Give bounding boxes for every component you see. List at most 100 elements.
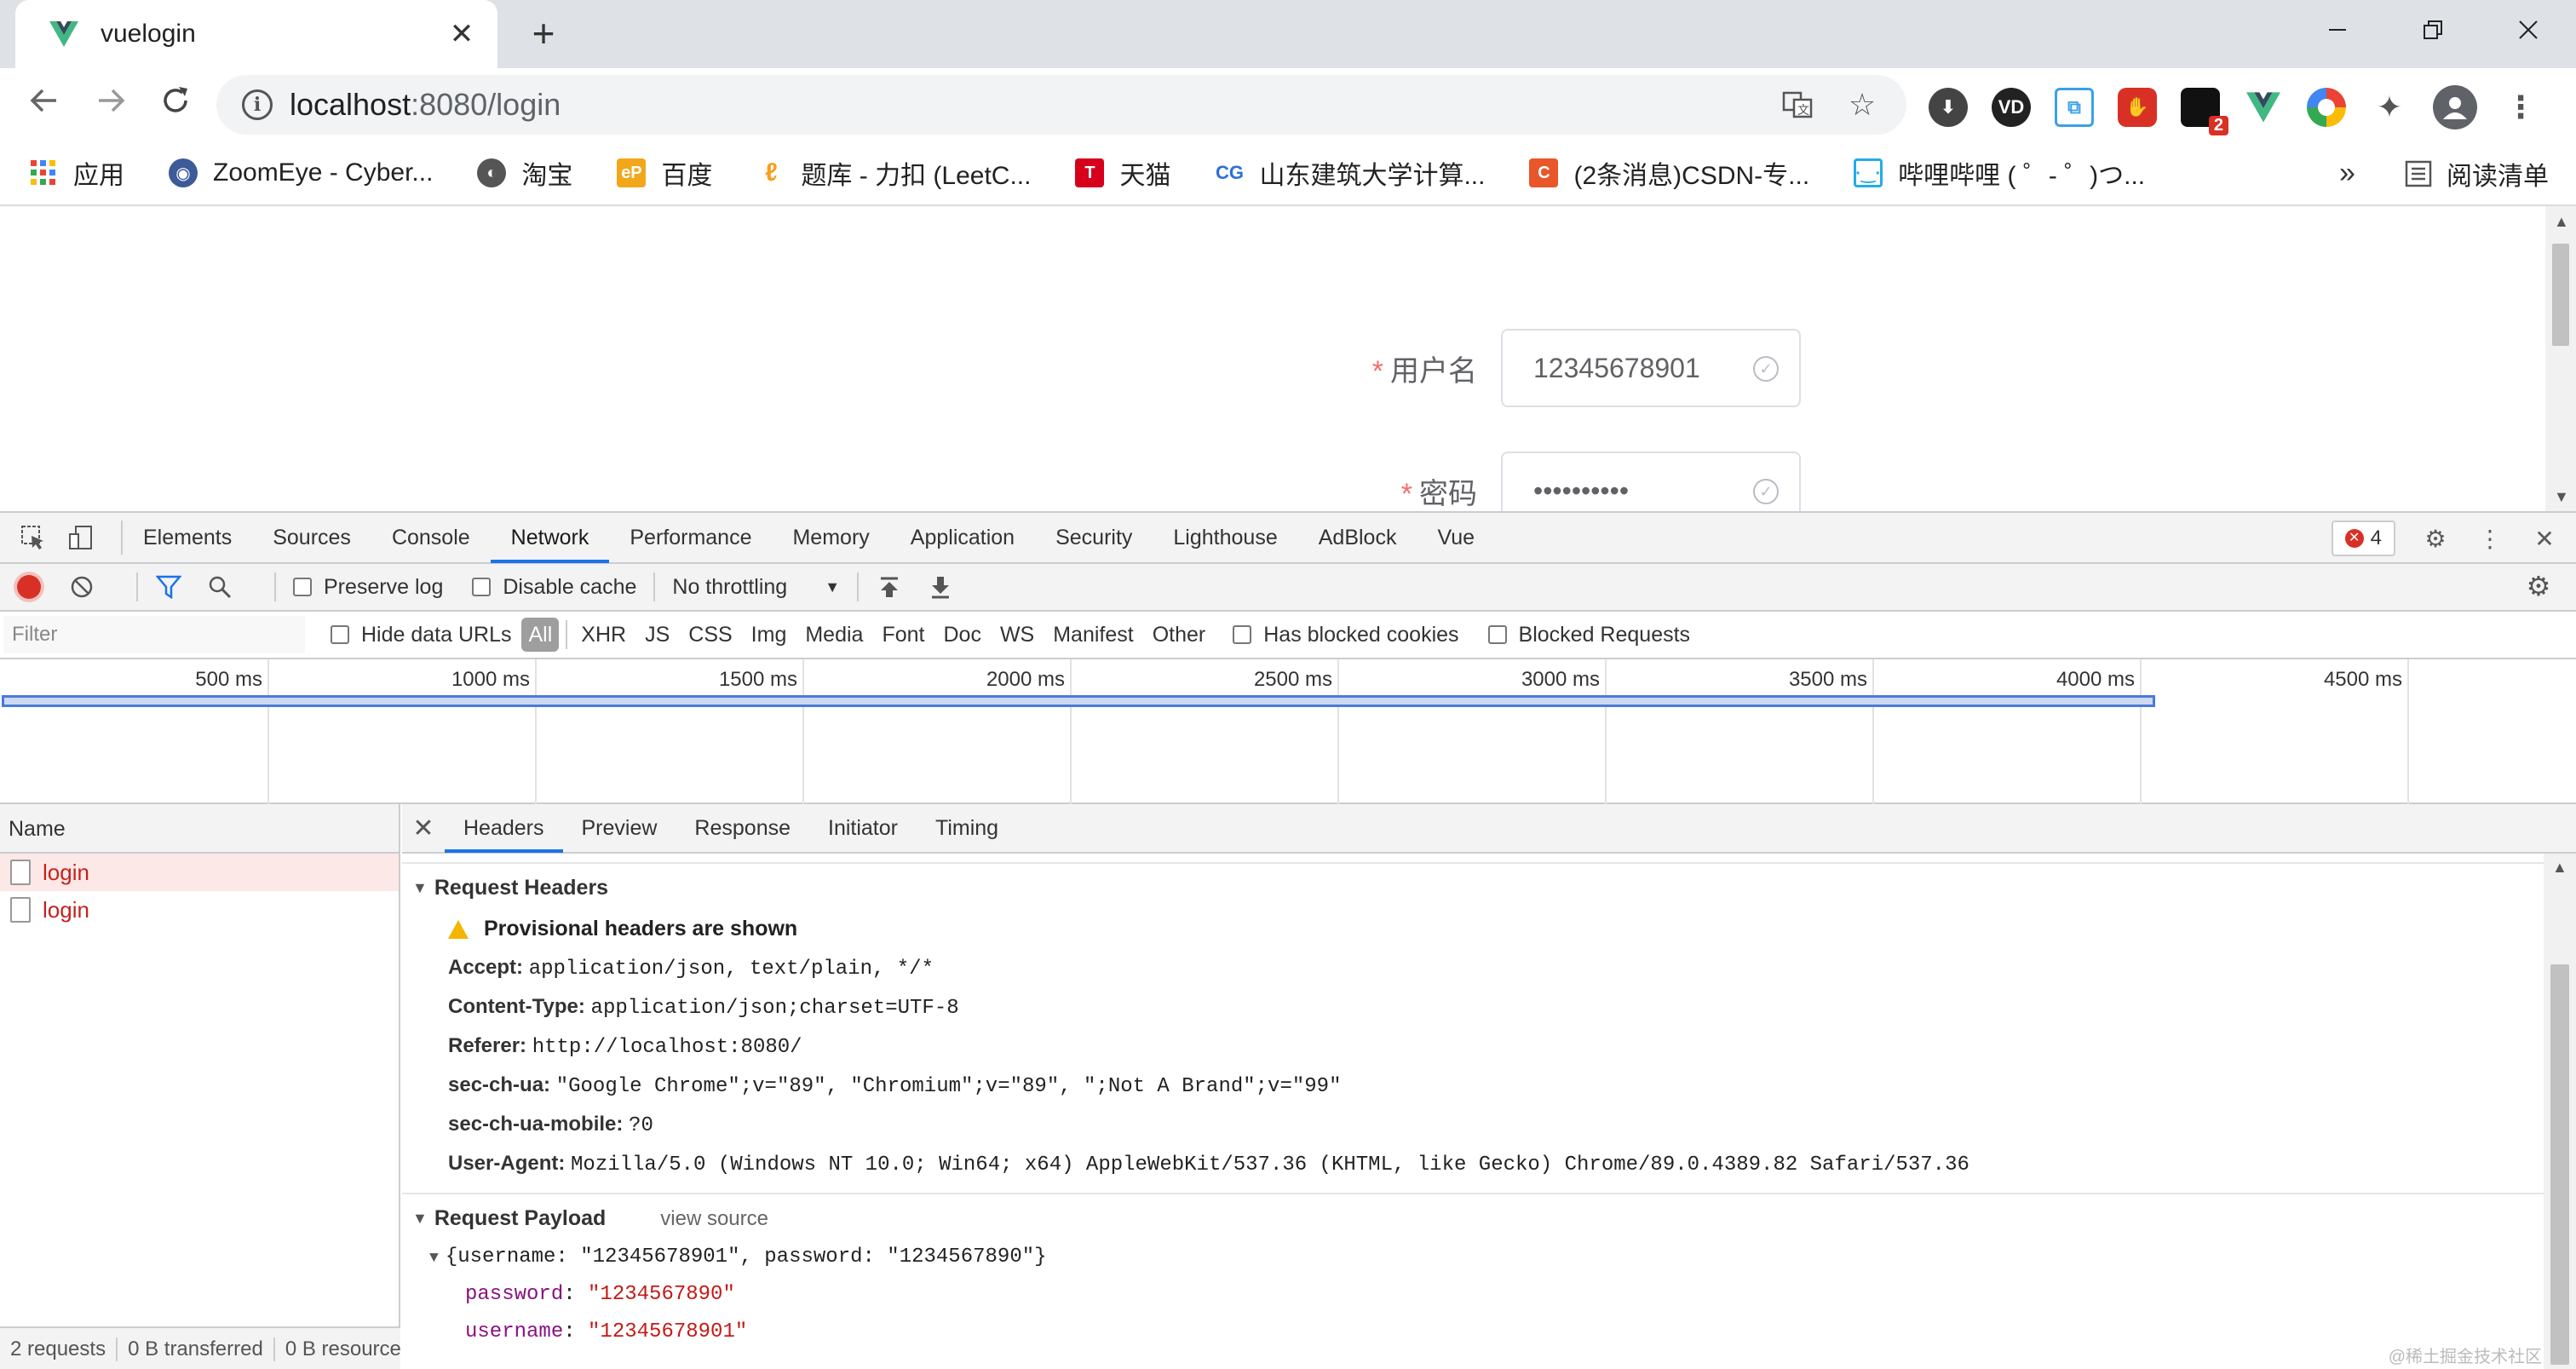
filter-funnel-icon[interactable] bbox=[155, 573, 182, 601]
tab-performance[interactable]: Performance bbox=[609, 512, 772, 563]
adblock-extension-icon[interactable]: ✋ bbox=[2118, 88, 2157, 127]
tab-adblock[interactable]: AdBlock bbox=[1298, 512, 1417, 563]
type-filter-js[interactable]: JS bbox=[636, 618, 678, 652]
notification-extension-icon[interactable]: 2 bbox=[2181, 88, 2228, 135]
error-count-badge[interactable]: ✕ 4 bbox=[2331, 521, 2395, 556]
bookmark-sdjzu[interactable]: CG 山东建筑大学计算... bbox=[1215, 154, 1486, 192]
name-column-header[interactable]: Name bbox=[0, 804, 399, 854]
devtools-settings-icon[interactable]: ⚙ bbox=[2421, 524, 2450, 553]
reading-list-button[interactable]: 阅读清单 bbox=[2404, 155, 2549, 193]
type-filter-font[interactable]: Font bbox=[873, 618, 933, 652]
close-tab-icon[interactable]: ✕ bbox=[445, 17, 479, 51]
bookmark-bilibili[interactable]: ·‿· 哔哩哔哩 ( ゜- ゜)つ... bbox=[1854, 154, 2145, 192]
puzzle-extensions-icon[interactable]: ✦ bbox=[2370, 88, 2409, 127]
type-filter-media[interactable]: Media bbox=[796, 618, 871, 652]
tab-vue[interactable]: Vue bbox=[1417, 512, 1495, 563]
bookmark-leetcode[interactable]: ℓ 题库 - 力扣 (LeetC... bbox=[756, 154, 1031, 192]
filter-input[interactable]: Filter bbox=[3, 616, 305, 653]
menu-kebab-icon[interactable]: ⋮ bbox=[2501, 88, 2540, 127]
request-row[interactable]: login bbox=[0, 854, 399, 891]
device-toolbar-icon[interactable] bbox=[66, 523, 95, 552]
tab-console[interactable]: Console bbox=[371, 512, 491, 563]
colorful-extension-icon[interactable] bbox=[2307, 88, 2346, 127]
username-input[interactable]: 12345678901 ✓ bbox=[1501, 329, 1801, 407]
bookmark-star-icon[interactable]: ☆ bbox=[1843, 86, 1881, 124]
request-payload-section[interactable]: ▼ Request Payload view source bbox=[412, 1206, 768, 1231]
type-filter-xhr[interactable]: XHR bbox=[572, 618, 635, 652]
tab-headers[interactable]: Headers bbox=[445, 803, 563, 853]
devtools-menu-kebab-icon[interactable]: ⋮ bbox=[2475, 524, 2504, 553]
type-filter-all[interactable]: All bbox=[521, 618, 560, 652]
type-filter-img[interactable]: Img bbox=[743, 618, 796, 652]
request-row[interactable]: login bbox=[0, 891, 399, 929]
minimize-icon[interactable] bbox=[2290, 0, 2385, 60]
hide-data-urls-checkbox[interactable]: Hide data URLs bbox=[331, 623, 511, 647]
inspect-element-icon[interactable] bbox=[19, 523, 48, 552]
close-window-icon[interactable] bbox=[2481, 0, 2576, 60]
vd-extension-icon[interactable]: VD bbox=[1992, 88, 2031, 127]
url-text[interactable]: localhost:8080/login bbox=[290, 87, 1751, 123]
password-input[interactable]: •••••••••• ✓ bbox=[1501, 452, 1801, 511]
bookmark-baidu[interactable]: eP 百度 bbox=[617, 154, 712, 192]
back-icon[interactable] bbox=[22, 83, 66, 128]
type-filter-manifest[interactable]: Manifest bbox=[1044, 618, 1141, 652]
devtools-close-icon[interactable]: ✕ bbox=[2530, 524, 2559, 553]
browser-tab-vuelogin[interactable]: vuelogin ✕ bbox=[15, 0, 497, 68]
blocked-requests-checkbox[interactable]: Blocked Requests bbox=[1487, 623, 1690, 647]
export-har-icon[interactable] bbox=[927, 573, 954, 601]
tab-elements[interactable]: Elements bbox=[123, 512, 252, 563]
tab-security[interactable]: Security bbox=[1035, 512, 1153, 563]
view-source-link[interactable]: view source bbox=[660, 1207, 768, 1231]
reload-icon[interactable] bbox=[153, 83, 198, 128]
type-filter-other[interactable]: Other bbox=[1144, 618, 1215, 652]
scrollbar-thumb[interactable] bbox=[2552, 244, 2569, 346]
scroll-up-icon[interactable]: ▲ bbox=[2552, 859, 2567, 877]
type-filter-css[interactable]: CSS bbox=[680, 618, 740, 652]
payload-summary[interactable]: ▼ {username: "12345678901", password: "12… bbox=[429, 1245, 1047, 1268]
throttling-select[interactable]: No throttling ▼ bbox=[672, 575, 840, 600]
request-headers-section[interactable]: ▼ Request Headers bbox=[412, 876, 608, 900]
has-blocked-cookies-checkbox[interactable]: Has blocked cookies bbox=[1233, 623, 1459, 647]
bookmark-apps[interactable]: 应用 bbox=[29, 154, 124, 192]
more-bookmarks-button[interactable]: » bbox=[2339, 157, 2355, 190]
import-har-icon[interactable] bbox=[876, 573, 903, 601]
bookmark-tmall[interactable]: T 天猫 bbox=[1075, 154, 1170, 192]
close-detail-icon[interactable]: ✕ bbox=[402, 814, 445, 843]
disable-cache-checkbox[interactable]: Disable cache bbox=[472, 575, 636, 600]
tab-lighthouse[interactable]: Lighthouse bbox=[1153, 512, 1297, 563]
bookmark-csdn[interactable]: C (2条消息)CSDN-专... bbox=[1529, 154, 1809, 192]
tab-initiator[interactable]: Initiator bbox=[809, 803, 917, 853]
restore-icon[interactable] bbox=[2385, 0, 2481, 60]
preserve-log-checkbox[interactable]: Preserve log bbox=[293, 575, 443, 600]
detail-scrollbar[interactable]: ▲ bbox=[2544, 854, 2576, 1369]
tab-sources[interactable]: Sources bbox=[252, 512, 371, 563]
bookmark-zoomeye[interactable]: ◉ ZoomEye - Cyber... bbox=[169, 158, 433, 187]
new-tab-button[interactable]: + bbox=[521, 12, 566, 56]
profile-avatar-icon[interactable] bbox=[2433, 85, 2477, 129]
site-info-icon[interactable]: i bbox=[242, 89, 273, 120]
scroll-up-icon[interactable]: ▲ bbox=[2554, 213, 2569, 231]
scrollbar-thumb[interactable] bbox=[2550, 964, 2569, 1365]
tab-timing[interactable]: Timing bbox=[917, 803, 1017, 853]
search-icon[interactable] bbox=[206, 573, 233, 601]
bookmark-taobao[interactable]: ◐ 淘宝 bbox=[477, 154, 572, 192]
tab-network[interactable]: Network bbox=[490, 512, 610, 563]
forward-icon[interactable] bbox=[89, 83, 133, 128]
record-button[interactable] bbox=[17, 575, 41, 599]
network-settings-icon[interactable]: ⚙ bbox=[2525, 571, 2552, 601]
copy-extension-icon[interactable]: ⧉ bbox=[2055, 88, 2094, 127]
vue-devtools-icon[interactable] bbox=[2244, 88, 2283, 127]
tab-application[interactable]: Application bbox=[890, 512, 1035, 563]
tab-preview[interactable]: Preview bbox=[563, 803, 676, 853]
page-scrollbar[interactable]: ▲ ▼ bbox=[2545, 206, 2576, 511]
tab-response[interactable]: Response bbox=[676, 803, 809, 853]
network-overview-timeline[interactable]: 500 ms 1000 ms 1500 ms 2000 ms 2500 ms 3… bbox=[0, 659, 2576, 804]
scroll-down-icon[interactable]: ▼ bbox=[2554, 488, 2569, 506]
download-extension-icon[interactable]: ⬇ bbox=[1929, 88, 1968, 127]
clear-icon[interactable] bbox=[68, 573, 95, 601]
type-filter-doc[interactable]: Doc bbox=[934, 618, 989, 652]
translate-icon[interactable]: 文 bbox=[1779, 86, 1816, 124]
tab-memory[interactable]: Memory bbox=[772, 512, 889, 563]
type-filter-ws[interactable]: WS bbox=[992, 618, 1043, 652]
address-bar[interactable]: i localhost:8080/login 文 ☆ bbox=[216, 75, 1906, 135]
